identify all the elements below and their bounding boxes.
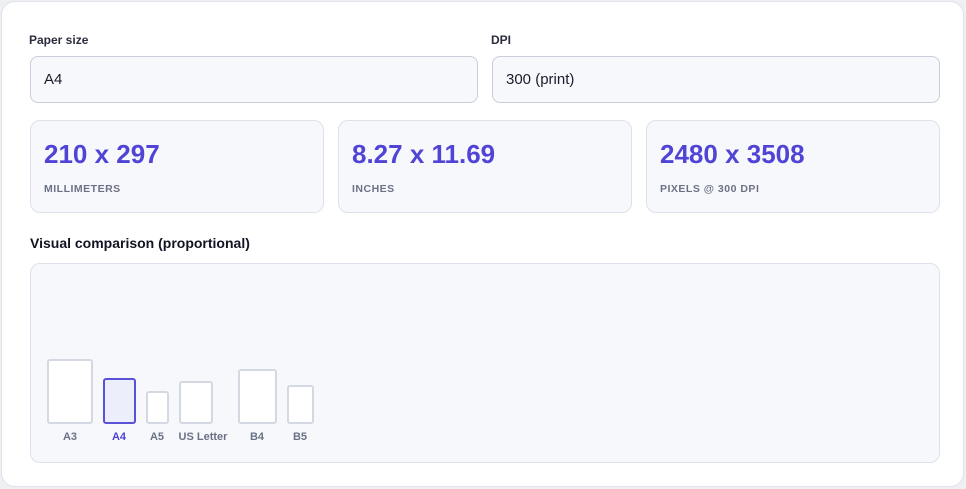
pixels-stat: 2480 x 3508 PIXELS @ 300 DPI bbox=[646, 120, 940, 213]
dpi-label: DPI bbox=[491, 33, 512, 47]
paper-size-card: Paper size A4 DPI 300 (print) 210 x 297 … bbox=[1, 1, 964, 487]
stat-value: 2480 x 3508 bbox=[660, 139, 805, 169]
paper-b4[interactable] bbox=[238, 369, 277, 424]
stat-caption: PIXELS @ 300 DPI bbox=[660, 183, 760, 195]
dpi-select[interactable]: 300 (print) bbox=[492, 56, 940, 103]
visual-comparison-panel: A3 A4 A5 US Letter B4 B5 bbox=[30, 263, 940, 463]
stat-caption: MILLIMETERS bbox=[44, 183, 121, 195]
paper-a5[interactable] bbox=[146, 391, 169, 424]
paper-label-a4: A4 bbox=[111, 431, 127, 443]
paper-a3[interactable] bbox=[47, 359, 93, 424]
stat-caption: INCHES bbox=[352, 183, 395, 195]
stat-value: 8.27 x 11.69 bbox=[352, 139, 496, 169]
comparison-title: Visual comparison (proportional) bbox=[30, 235, 250, 251]
paper-label-b4: B4 bbox=[249, 431, 265, 443]
paper-us-letter[interactable] bbox=[179, 381, 213, 424]
paper-label-a3: A3 bbox=[62, 431, 78, 443]
paper-b5[interactable] bbox=[287, 385, 314, 424]
paper-label-us-letter: US Letter bbox=[178, 431, 228, 443]
millimeters-stat: 210 x 297 MILLIMETERS bbox=[30, 120, 324, 213]
paper-size-select[interactable]: A4 bbox=[30, 56, 478, 103]
paper-label-a5: A5 bbox=[149, 431, 165, 443]
paper-a4[interactable] bbox=[103, 378, 136, 424]
stat-value: 210 x 297 bbox=[44, 139, 160, 169]
inches-stat: 8.27 x 11.69 INCHES bbox=[338, 120, 632, 213]
paper-size-label: Paper size bbox=[29, 33, 89, 47]
paper-label-b5: B5 bbox=[292, 431, 308, 443]
